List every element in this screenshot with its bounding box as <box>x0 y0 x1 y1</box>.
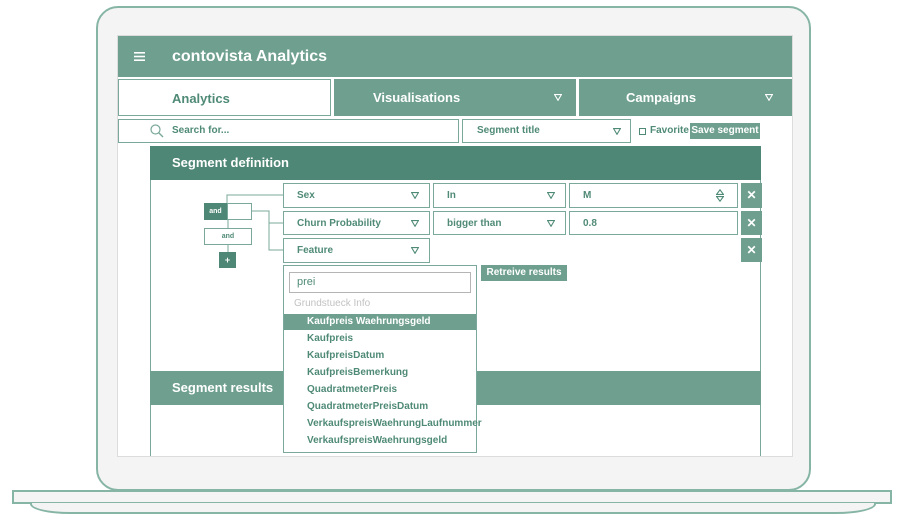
operator-value: bigger than <box>447 217 502 229</box>
field-select[interactable]: Feature <box>283 238 430 263</box>
app-header: contovista Analytics <box>118 36 792 77</box>
remove-condition-button[interactable]: ✕ <box>741 183 762 208</box>
segment-panel: Segment definition and and + Sex In M ✕ … <box>150 146 762 456</box>
close-icon: ✕ <box>746 188 757 202</box>
value-text: 0.8 <box>583 217 597 229</box>
favorite-label[interactable]: Favorite <box>650 119 689 143</box>
field-select[interactable]: Churn Probability <box>283 211 430 235</box>
dropdown-option[interactable]: Kaufpreis Waehrungsgeld <box>284 314 476 330</box>
search-input[interactable]: Search for... <box>118 119 459 143</box>
app-screen: contovista Analytics Analytics Visualisa… <box>118 36 792 456</box>
chevron-down-icon <box>411 220 419 227</box>
close-icon: ✕ <box>746 216 757 230</box>
field-select[interactable]: Sex <box>283 183 430 208</box>
chevron-down-icon <box>547 220 555 227</box>
value-select[interactable]: M <box>569 183 738 208</box>
value-input[interactable]: 0.8 <box>569 211 738 235</box>
dropdown-option[interactable]: Kaufpreis <box>284 331 476 347</box>
and-operator-node[interactable]: and <box>204 203 227 220</box>
chevron-down-icon <box>765 94 773 101</box>
up-down-icon[interactable] <box>716 189 724 202</box>
laptop-base-foot <box>30 503 876 514</box>
field-value: Feature <box>297 245 334 256</box>
tab-label: Visualisations <box>373 90 461 105</box>
close-icon: ✕ <box>746 243 757 257</box>
add-condition-button[interactable]: + <box>219 252 236 268</box>
dropdown-option[interactable]: VerkaufspreisWaehrungLaufnummer <box>284 416 482 432</box>
checkbox-icon[interactable] <box>639 128 646 135</box>
dropdown-option[interactable]: QuadratmeterPreis <box>284 382 476 398</box>
search-icon <box>150 124 164 138</box>
dropdown-group-label: Grundstueck Info <box>294 298 371 309</box>
retrieve-results-button[interactable]: Retreive results <box>481 265 567 281</box>
remove-condition-button[interactable]: ✕ <box>741 211 762 235</box>
tab-label: Campaigns <box>626 90 697 105</box>
and-operator-node[interactable]: and <box>204 228 252 245</box>
chevron-down-icon <box>613 128 621 135</box>
menu-icon[interactable] <box>134 52 145 61</box>
chevron-down-icon <box>554 94 562 101</box>
dropdown-option[interactable]: KaufpreisBemerkung <box>284 365 476 381</box>
app-title: contovista Analytics <box>172 48 328 65</box>
feature-dropdown: prei Grundstueck Info Kaufpreis Waehrung… <box>283 265 482 453</box>
tab-analytics[interactable]: Analytics <box>118 79 331 116</box>
segment-results-title: Segment results <box>172 380 274 395</box>
chevron-down-icon <box>411 247 419 254</box>
save-segment-button[interactable]: Save segment <box>690 123 760 139</box>
remove-condition-button[interactable]: ✕ <box>741 238 762 262</box>
dropdown-option[interactable]: KaufpreisDatum <box>284 348 476 364</box>
tab-campaigns[interactable]: Campaigns <box>579 79 792 116</box>
chevron-down-icon <box>411 192 419 199</box>
value-text: M <box>583 190 592 201</box>
feature-search-input[interactable]: prei <box>289 272 471 293</box>
operator-value: In <box>447 190 456 201</box>
segment-title-select[interactable]: Segment title <box>462 119 631 143</box>
tab-visualisations[interactable]: Visualisations <box>334 79 576 116</box>
field-value: Churn Probability <box>297 217 381 229</box>
chevron-down-icon <box>547 192 555 199</box>
segment-title-value: Segment title <box>477 125 540 136</box>
page: contovista Analytics Analytics Visualisa… <box>0 0 908 523</box>
operator-select[interactable]: In <box>433 183 566 208</box>
laptop-base <box>12 490 892 504</box>
condition-node[interactable] <box>227 203 252 220</box>
dropdown-option[interactable]: QuadratmeterPreisDatum <box>284 399 476 415</box>
operator-select[interactable]: bigger than <box>433 211 566 235</box>
tab-label: Analytics <box>172 91 230 106</box>
dropdown-option[interactable]: VerkaufspreisWaehrungsgeld <box>284 433 476 449</box>
field-value: Sex <box>297 190 315 201</box>
search-placeholder: Search for... <box>172 125 230 136</box>
